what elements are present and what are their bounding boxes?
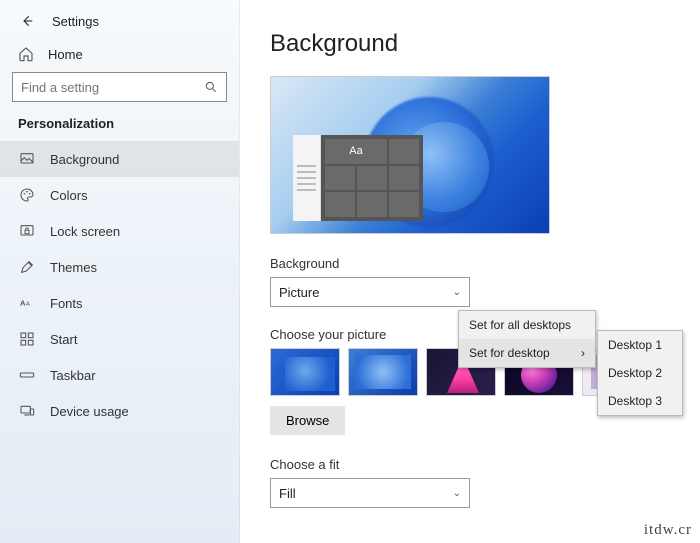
preview-tile-aa: Aa [325, 139, 387, 164]
taskbar-icon [18, 366, 36, 384]
context-menu: Set for all desktops Set for desktop › [458, 310, 596, 368]
fit-label: Choose a fit [270, 457, 670, 472]
background-type-dropdown[interactable]: Picture ⌄ [270, 277, 470, 307]
fonts-icon: AA [18, 294, 36, 312]
nav-label: Start [50, 332, 77, 347]
svg-text:A: A [26, 301, 30, 307]
menu-item-desktop-1[interactable]: Desktop 1 [598, 331, 682, 359]
watermark: itdw.cr [644, 522, 692, 539]
nav-label: Themes [50, 260, 97, 275]
nav-label: Background [50, 152, 119, 167]
sidebar-item-background[interactable]: Background [0, 141, 239, 177]
menu-item-desktop-3[interactable]: Desktop 3 [598, 387, 682, 415]
background-preview: Aa [270, 76, 550, 234]
nav-label: Taskbar [50, 368, 96, 383]
search-input[interactable] [21, 80, 204, 95]
dropdown-value: Picture [279, 285, 319, 300]
nav-label: Device usage [50, 404, 129, 419]
sidebar-item-fonts[interactable]: AA Fonts [0, 285, 239, 321]
svg-text:A: A [20, 298, 26, 307]
browse-button[interactable]: Browse [270, 406, 345, 435]
search-input-wrapper[interactable] [12, 72, 227, 102]
home-label: Home [48, 47, 83, 62]
themes-icon [18, 258, 36, 276]
background-dropdown-label: Background [270, 256, 670, 271]
fit-dropdown[interactable]: Fill ⌄ [270, 478, 470, 508]
chevron-down-icon: ⌄ [453, 488, 461, 499]
chevron-right-icon: › [581, 346, 585, 360]
main-content: Background Aa Background Picture ⌄ Choo [240, 0, 700, 543]
context-submenu: Desktop 1 Desktop 2 Desktop 3 [597, 330, 683, 416]
menu-item-set-for-desktop[interactable]: Set for desktop › [459, 339, 595, 367]
menu-item-desktop-2[interactable]: Desktop 2 [598, 359, 682, 387]
lock-screen-icon [18, 222, 36, 240]
nav-label: Lock screen [50, 224, 120, 239]
app-title: Settings [52, 14, 99, 29]
preview-start-window: Aa [293, 135, 423, 221]
picture-thumbnail-1[interactable] [270, 348, 340, 396]
nav-label: Colors [50, 188, 88, 203]
home-icon [18, 46, 36, 62]
section-label: Personalization [0, 116, 239, 141]
dropdown-value: Fill [279, 486, 296, 501]
nav-label: Fonts [50, 296, 83, 311]
sidebar-item-taskbar[interactable]: Taskbar [0, 357, 239, 393]
search-icon [204, 80, 218, 94]
sidebar-item-start[interactable]: Start [0, 321, 239, 357]
page-title: Background [270, 30, 670, 58]
sidebar-item-device-usage[interactable]: Device usage [0, 393, 239, 429]
back-arrow-icon [20, 14, 34, 28]
chevron-down-icon: ⌄ [453, 287, 461, 298]
device-usage-icon [18, 402, 36, 420]
menu-item-set-all-desktops[interactable]: Set for all desktops [459, 311, 595, 339]
picture-icon [18, 150, 36, 168]
sidebar-item-lock-screen[interactable]: Lock screen [0, 213, 239, 249]
sidebar-item-home[interactable]: Home [0, 40, 239, 72]
sidebar-item-themes[interactable]: Themes [0, 249, 239, 285]
palette-icon [18, 186, 36, 204]
sidebar-item-colors[interactable]: Colors [0, 177, 239, 213]
sidebar: Settings Home Personalization Background [0, 0, 240, 543]
start-icon [18, 330, 36, 348]
picture-thumbnail-2[interactable] [348, 348, 418, 396]
back-button[interactable] [18, 12, 36, 30]
